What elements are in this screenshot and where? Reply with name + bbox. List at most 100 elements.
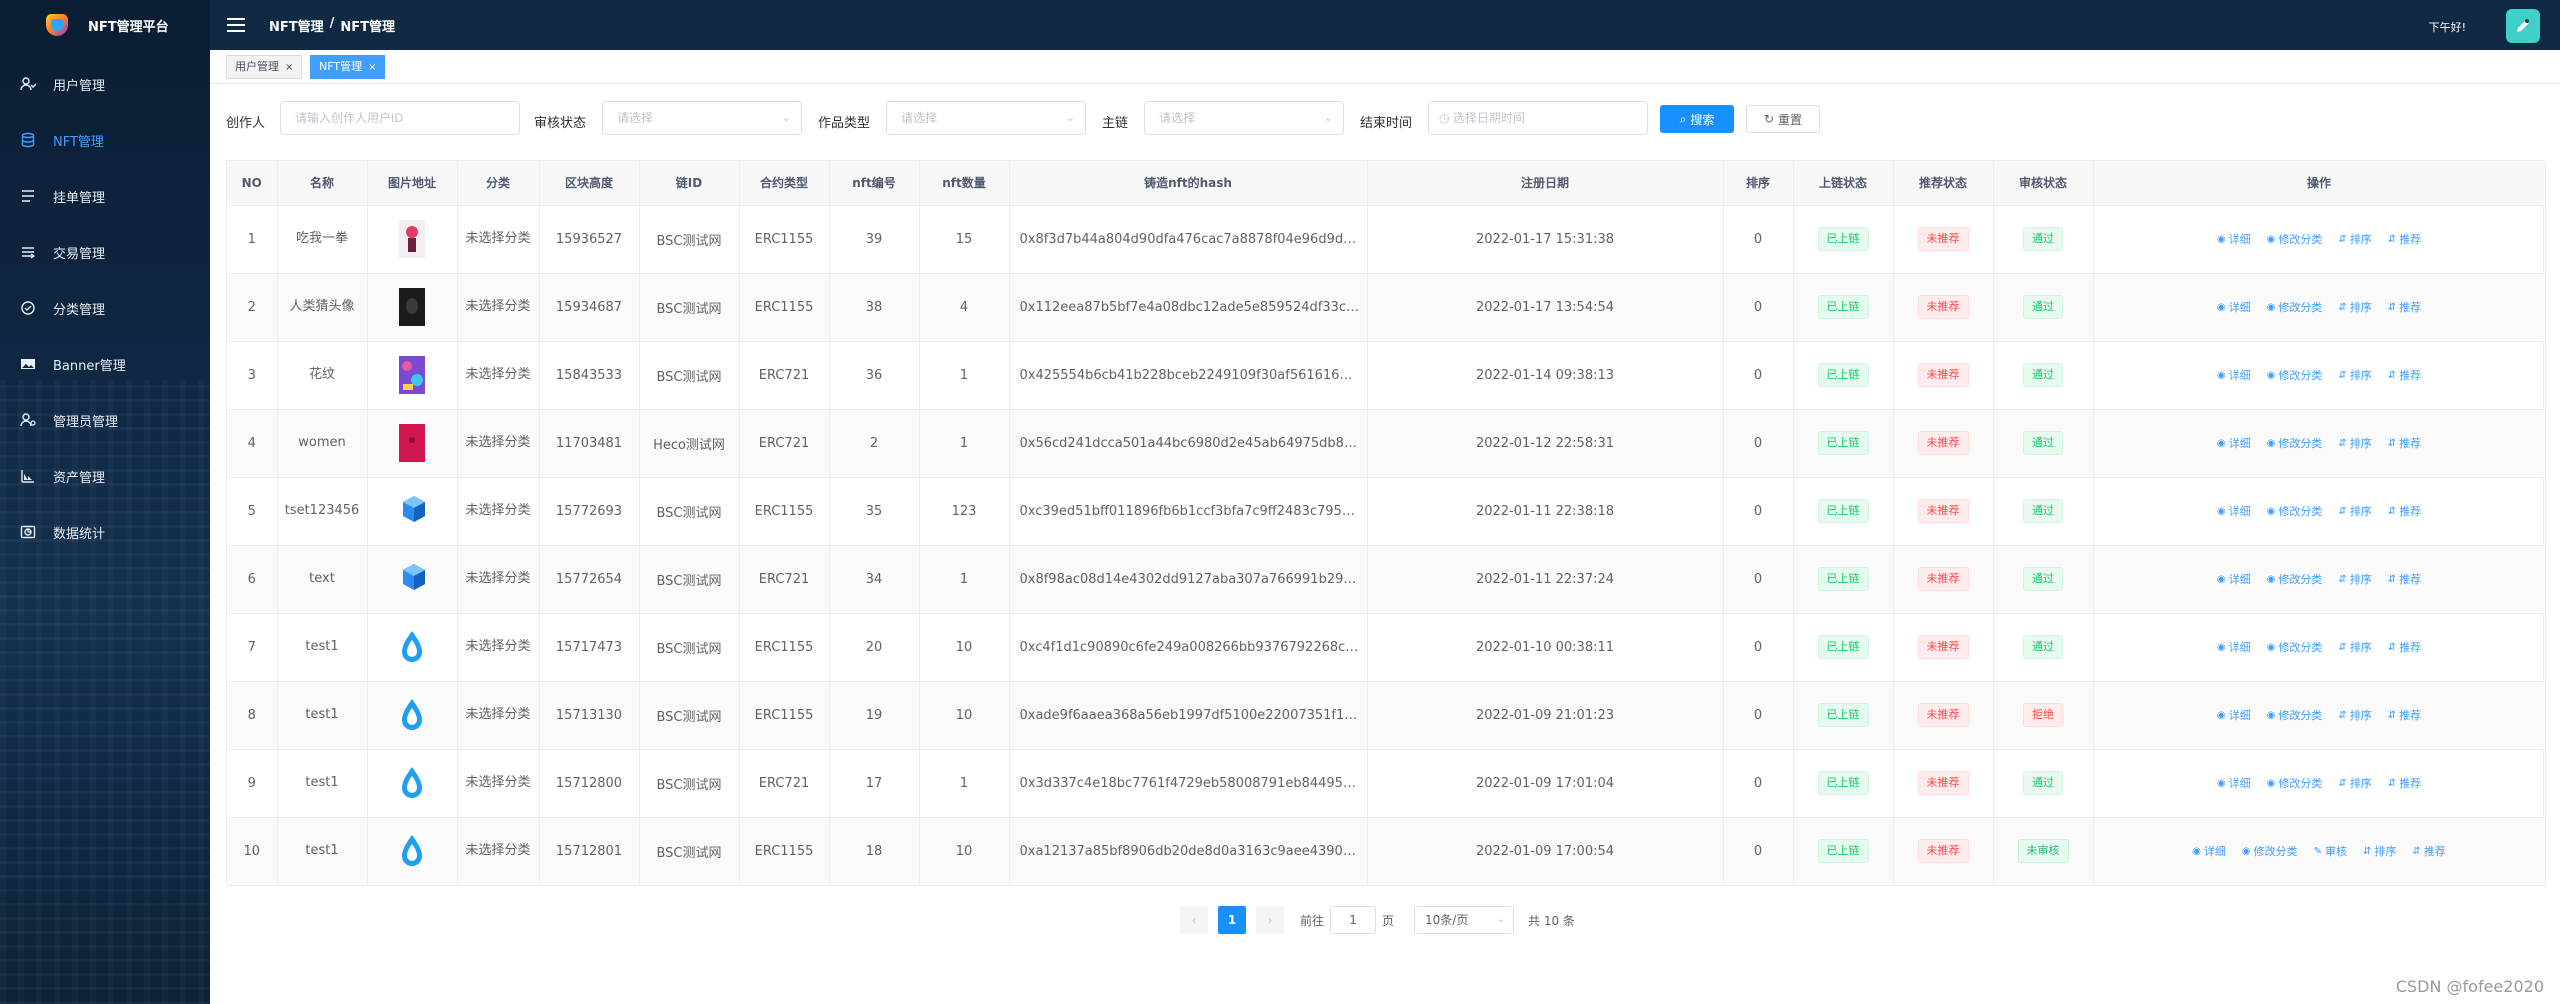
work-type-select[interactable]: 请选择 ⌄ [886, 101, 1086, 135]
nft-thumbnail[interactable] [399, 696, 425, 734]
creator-input[interactable]: 请输入创作人用户ID [280, 101, 520, 135]
edit-category-link[interactable]: ◉ 修改分类 [2267, 367, 2323, 383]
edit-category-link[interactable]: ◉ 修改分类 [2267, 571, 2323, 587]
nft-thumbnail[interactable] [399, 628, 425, 666]
nft-thumbnail[interactable] [399, 288, 425, 326]
goto-page-input[interactable]: 1 [1330, 906, 1377, 934]
nft-thumbnail[interactable] [399, 356, 425, 394]
chain-select[interactable]: 请选择 ⌄ [1144, 101, 1344, 135]
edit-category-link[interactable]: ◉ 修改分类 [2242, 843, 2298, 859]
recommend-link[interactable]: ⇵ 推荐 [2388, 639, 2421, 655]
sidebar-item-users[interactable]: 用户管理 [0, 56, 210, 112]
edit-category-link[interactable]: ◉ 修改分类 [2267, 775, 2323, 791]
page-unit-label: 页 [1382, 913, 1395, 928]
sort-link[interactable]: ⇵ 排序 [2338, 435, 2371, 451]
cell-name: test1 [277, 749, 368, 818]
sort-link[interactable]: ⇵ 排序 [2338, 503, 2371, 519]
nft-thumbnail[interactable] [399, 560, 425, 598]
prev-page-button[interactable]: ‹ [1180, 906, 1208, 934]
cell-chain-status: 已上链 [1793, 545, 1894, 614]
detail-link[interactable]: ◉ 详细 [2217, 435, 2251, 451]
breadcrumb-item[interactable]: NFT管理 [269, 16, 324, 35]
sort-link[interactable]: ⇵ 排序 [2338, 299, 2371, 315]
next-page-button[interactable]: › [1256, 906, 1284, 934]
detail-link[interactable]: ◉ 详细 [2217, 639, 2251, 655]
detail-link[interactable]: ◉ 详细 [2217, 367, 2251, 383]
tag-nft[interactable]: NFT管理 × [310, 55, 386, 79]
review-status-select[interactable]: 请选择 ⌄ [602, 101, 802, 135]
op-label: 修改分类 [2278, 301, 2323, 314]
cell-chain-status: 已上链 [1793, 613, 1894, 682]
review-status-badge: 通过 [2023, 227, 2063, 251]
cell-sort: 0 [1723, 409, 1794, 478]
sidebar-item-stats[interactable]: 数据统计 [0, 504, 210, 560]
page-number-current[interactable]: 1 [1218, 906, 1246, 934]
op-label: 排序 [2349, 301, 2372, 314]
nft-thumbnail[interactable] [399, 764, 425, 802]
detail-link[interactable]: ◉ 详细 [2217, 571, 2251, 587]
recommend-link[interactable]: ⇵ 推荐 [2412, 843, 2445, 859]
op-label: 推荐 [2399, 505, 2422, 518]
recommend-link[interactable]: ⇵ 推荐 [2388, 367, 2421, 383]
recommend-link[interactable]: ⇵ 推荐 [2388, 707, 2421, 723]
brand[interactable]: NFT管理平台 [0, 0, 210, 50]
sort-link[interactable]: ⇵ 排序 [2338, 231, 2371, 247]
cell-contract: ERC1155 [739, 613, 830, 682]
avatar[interactable] [2506, 9, 2540, 43]
stats-icon [20, 524, 36, 540]
edit-category-link[interactable]: ◉ 修改分类 [2267, 231, 2323, 247]
cell-qty: 1 [919, 749, 1010, 818]
detail-link[interactable]: ◉ 详细 [2217, 775, 2251, 791]
sort-link[interactable]: ⇵ 排序 [2338, 639, 2371, 655]
close-icon[interactable]: × [368, 62, 376, 73]
nft-thumbnail[interactable] [399, 424, 425, 462]
sidebar-item-nft[interactable]: NFT管理 [0, 112, 210, 168]
edit-category-link[interactable]: ◉ 修改分类 [2267, 503, 2323, 519]
edit-category-link[interactable]: ◉ 修改分类 [2267, 707, 2323, 723]
nft-thumbnail[interactable] [399, 220, 425, 258]
nft-thumbnail[interactable] [399, 832, 425, 870]
recommend-link[interactable]: ⇵ 推荐 [2388, 571, 2421, 587]
sort-icon: ⇵ [2338, 233, 2347, 245]
recommend-link[interactable]: ⇵ 推荐 [2388, 435, 2421, 451]
detail-icon: ◉ [2216, 573, 2226, 585]
recommend-link[interactable]: ⇵ 推荐 [2388, 775, 2421, 791]
sidebar-item-orders[interactable]: 挂单管理 [0, 168, 210, 224]
nft-thumbnail[interactable] [399, 492, 425, 530]
sort-link[interactable]: ⇵ 排序 [2338, 571, 2371, 587]
detail-link[interactable]: ◉ 详细 [2192, 843, 2226, 859]
table-row: 2 人类猜头像 未选择分类 15934687 BSC测试网 ERC1155 38 4 0x112… [227, 273, 2546, 342]
sort-link[interactable]: ⇵ 排序 [2338, 367, 2371, 383]
detail-link[interactable]: ◉ 详细 [2217, 503, 2251, 519]
tag-users[interactable]: 用户管理 × [226, 55, 303, 79]
recommend-link[interactable]: ⇵ 推荐 [2388, 503, 2421, 519]
sidebar-item-categories[interactable]: 分类管理 [0, 280, 210, 336]
sidebar-item-label: 挂单管理 [53, 190, 106, 206]
detail-link[interactable]: ◉ 详细 [2217, 299, 2251, 315]
search-button[interactable]: ⌕ 搜索 [1660, 105, 1734, 133]
sort-link[interactable]: ⇵ 排序 [2338, 707, 2371, 723]
detail-link[interactable]: ◉ 详细 [2217, 231, 2251, 247]
review-status-badge: 通过 [2023, 431, 2063, 455]
edit-category-link[interactable]: ◉ 修改分类 [2267, 639, 2323, 655]
select-placeholder: 请选择 [901, 111, 938, 125]
page-size-select[interactable]: 10条/页 ⌄ [1414, 906, 1515, 934]
sidebar-item-transactions[interactable]: 交易管理 [0, 224, 210, 280]
table-body: 1 吃我一拳 未选择分类 15936527 BSC测试网 ERC1155 39 15 0x8f3… [227, 205, 2546, 886]
review-link[interactable]: ✎ 审核 [2314, 843, 2347, 859]
sidebar-item-banner[interactable]: Banner管理 [0, 336, 210, 392]
edit-category-link[interactable]: ◉ 修改分类 [2267, 435, 2323, 451]
recommend-link[interactable]: ⇵ 推荐 [2388, 231, 2421, 247]
sidebar-item-assets[interactable]: 资产管理 [0, 448, 210, 504]
menu-toggle-icon[interactable] [227, 18, 245, 32]
reset-button[interactable]: ↻ 重置 [1746, 105, 1820, 133]
sort-link[interactable]: ⇵ 排序 [2363, 843, 2396, 859]
sidebar-item-admins[interactable]: 管理员管理 [0, 392, 210, 448]
end-time-picker[interactable]: ◷ 选择日期时间 [1428, 101, 1648, 135]
sort-icon: ⇵ [2338, 573, 2347, 585]
close-icon[interactable]: × [285, 62, 293, 73]
sort-link[interactable]: ⇵ 排序 [2338, 775, 2371, 791]
recommend-link[interactable]: ⇵ 推荐 [2388, 299, 2421, 315]
detail-link[interactable]: ◉ 详细 [2217, 707, 2251, 723]
edit-category-link[interactable]: ◉ 修改分类 [2267, 299, 2323, 315]
